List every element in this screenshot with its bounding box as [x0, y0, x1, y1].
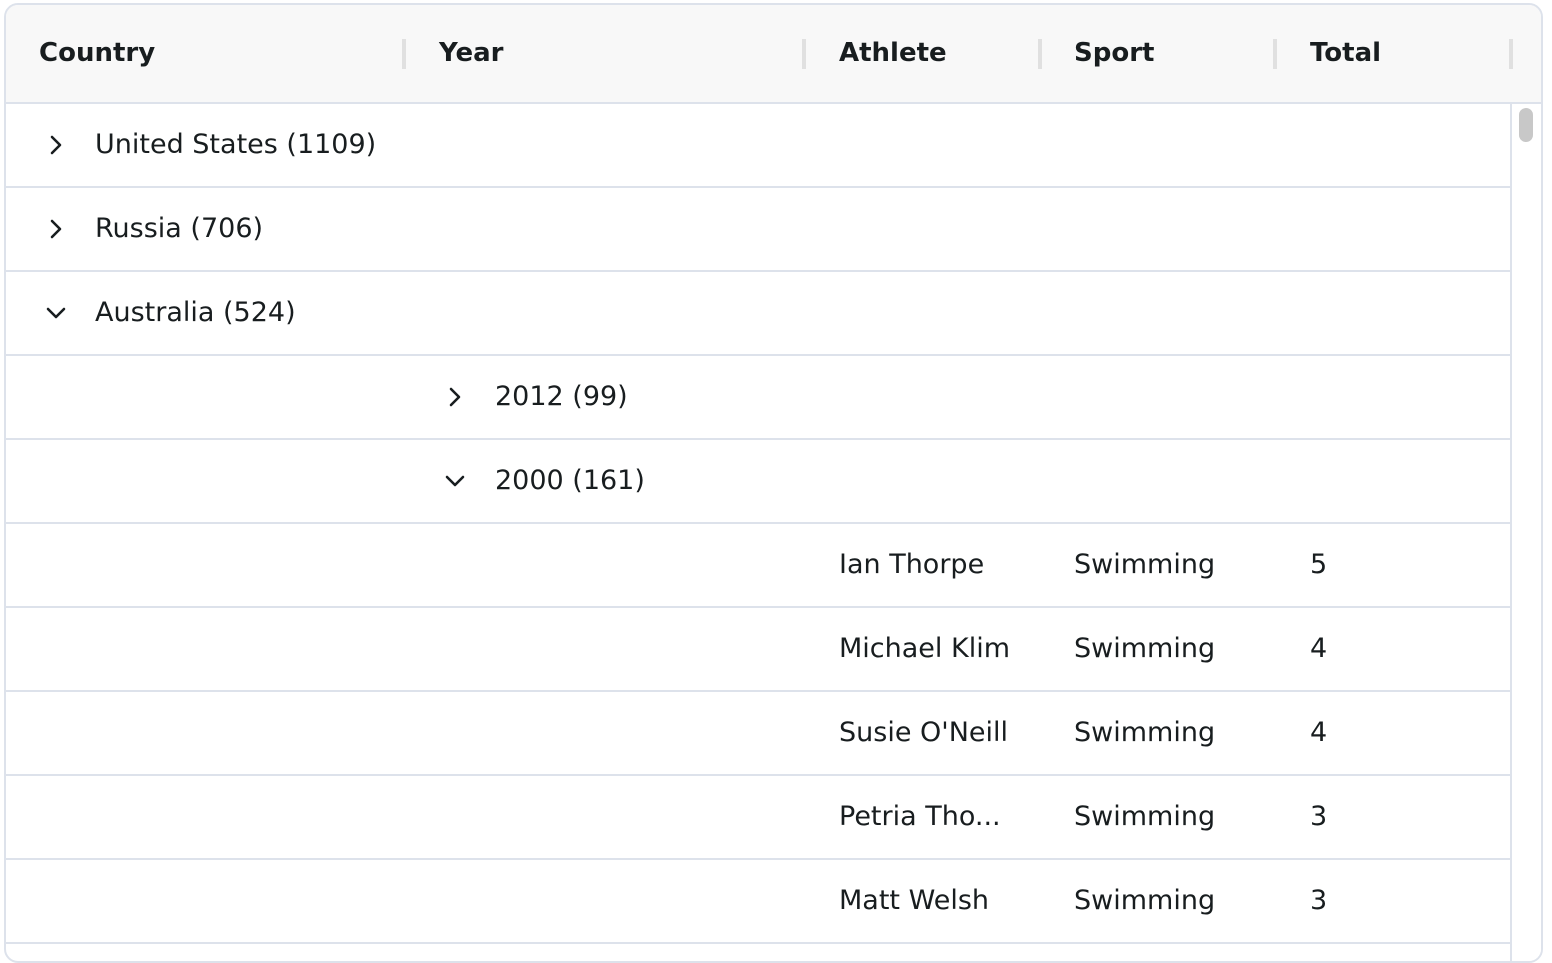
athlete-cell: Ian Thorpe — [839, 549, 985, 580]
table-row[interactable]: Matt Welsh Swimming 3 — [6, 860, 1514, 944]
sport-cell: Swimming — [1074, 549, 1216, 580]
total-cell: 3 — [1310, 885, 1328, 916]
sport-cell: Swimming — [1074, 801, 1216, 832]
group-row-australia[interactable]: Australia (524) — [6, 272, 1514, 356]
group-label: Australia (524) — [95, 297, 296, 328]
chevron-down-icon[interactable] — [440, 466, 470, 496]
total-cell: 4 — [1310, 633, 1328, 664]
column-resize-handle-total[interactable] — [1509, 39, 1513, 69]
sport-cell: Swimming — [1074, 885, 1216, 916]
table-row[interactable]: Ian Thorpe Swimming 5 — [6, 524, 1514, 608]
athlete-cell: Matt Welsh — [839, 885, 990, 916]
group-label: Russia (706) — [95, 213, 264, 244]
vertical-scrollbar[interactable] — [1510, 104, 1541, 961]
scrollbar-thumb[interactable] — [1519, 108, 1533, 142]
column-resize-handle-athlete[interactable] — [1038, 39, 1042, 69]
group-label: 2000 (161) — [495, 465, 645, 496]
chevron-right-icon[interactable] — [41, 214, 71, 244]
table-row[interactable]: Petria Tho... Swimming 3 — [6, 776, 1514, 860]
grid-body: United States (1109) Russia (706) Austra… — [6, 104, 1514, 961]
column-header-year[interactable]: Year — [439, 5, 503, 102]
chevron-right-icon[interactable] — [440, 382, 470, 412]
athlete-cell: Susie O'Neill — [839, 717, 1009, 748]
group-row-russia[interactable]: Russia (706) — [6, 188, 1514, 272]
group-label: 2012 (99) — [495, 381, 628, 412]
table-row[interactable]: Susie O'Neill Swimming 4 — [6, 692, 1514, 776]
chevron-down-icon[interactable] — [41, 298, 71, 328]
group-row-united-states[interactable]: United States (1109) — [6, 104, 1514, 188]
group-row-2000[interactable]: 2000 (161) — [6, 440, 1514, 524]
column-header-athlete[interactable]: Athlete — [839, 5, 947, 102]
group-label: United States (1109) — [95, 129, 377, 160]
athlete-cell: Michael Klim — [839, 633, 1011, 664]
chevron-right-icon[interactable] — [41, 130, 71, 160]
total-cell: 4 — [1310, 717, 1328, 748]
column-resize-handle-country[interactable] — [402, 39, 406, 69]
total-cell: 3 — [1310, 801, 1328, 832]
grid-header: Country Year Athlete Sport Total — [6, 5, 1541, 104]
data-grid: Country Year Athlete Sport Total United … — [4, 3, 1543, 963]
athlete-cell: Petria Tho... — [839, 801, 1001, 832]
table-row[interactable]: Michael Klim Swimming 4 — [6, 608, 1514, 692]
column-header-country[interactable]: Country — [39, 5, 155, 102]
sport-cell: Swimming — [1074, 717, 1216, 748]
group-row-2012[interactable]: 2012 (99) — [6, 356, 1514, 440]
column-resize-handle-year[interactable] — [802, 39, 806, 69]
column-header-total[interactable]: Total — [1310, 5, 1381, 102]
total-cell: 5 — [1310, 549, 1328, 580]
sport-cell: Swimming — [1074, 633, 1216, 664]
column-header-sport[interactable]: Sport — [1074, 5, 1154, 102]
column-resize-handle-sport[interactable] — [1273, 39, 1277, 69]
